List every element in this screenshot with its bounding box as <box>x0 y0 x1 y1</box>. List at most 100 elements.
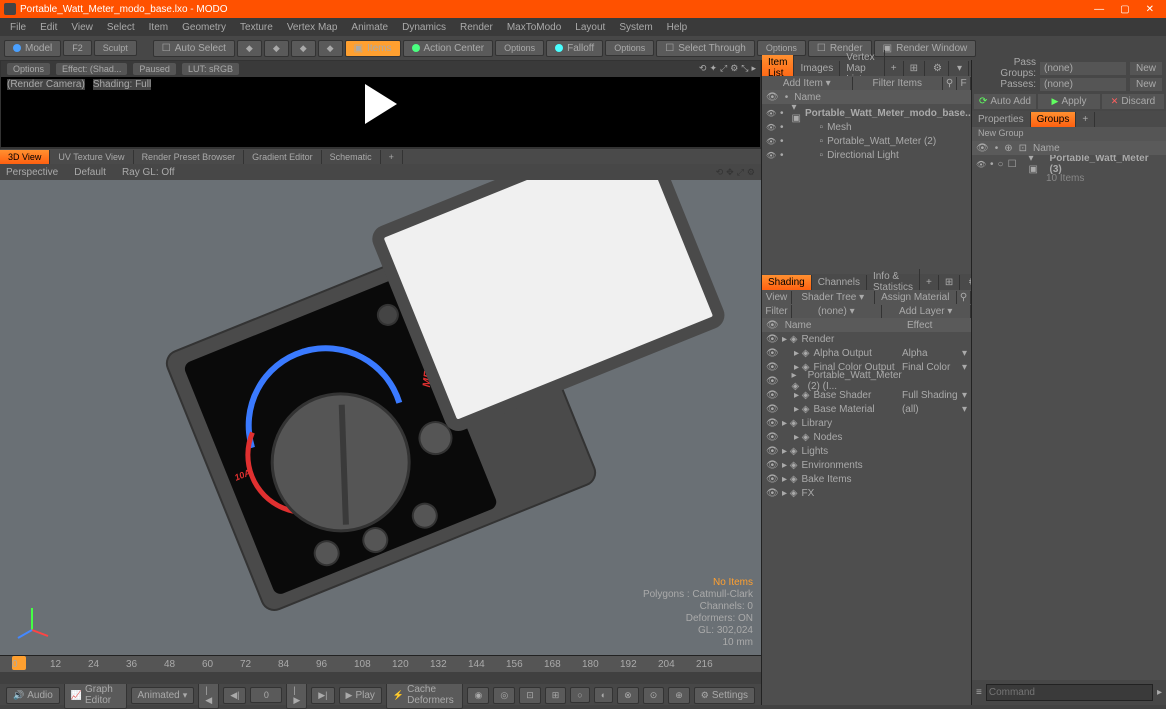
shtab[interactable]: Shading <box>762 275 812 290</box>
skip-end[interactable]: ▶| <box>311 687 334 704</box>
shadertree-dropdown[interactable]: Shader Tree ▾ <box>792 291 875 304</box>
apply-button[interactable]: ▶ Apply <box>1038 94 1100 109</box>
shader-row[interactable]: 👁▸ ◈Nodes <box>762 430 971 444</box>
ctl-icon[interactable]: ◎ <box>493 687 515 704</box>
shader-row[interactable]: 👁▸ ◈Base ShaderFull Shading▾ <box>762 388 971 402</box>
options3-button[interactable]: Options <box>757 40 806 56</box>
pv-icon[interactable]: ⟲ <box>699 63 707 74</box>
f2-button[interactable]: F2 <box>63 40 92 56</box>
vp-icon[interactable]: ✥ <box>726 167 734 178</box>
shader-row[interactable]: 👁▸ ◈Library <box>762 416 971 430</box>
shtab[interactable]: Channels <box>812 275 867 290</box>
animated-dropdown[interactable]: Animated ▾ <box>131 687 195 704</box>
newgroup-button[interactable]: New Group <box>972 127 1166 141</box>
vopt-persp[interactable]: Perspective <box>6 167 58 178</box>
menu-render[interactable]: Render <box>454 20 499 35</box>
shader-row[interactable]: 👁▸ ◈Environments <box>762 458 971 472</box>
menu-select[interactable]: Select <box>101 20 141 35</box>
vp-icon[interactable]: ⚙ <box>747 167 755 178</box>
autoadd-button[interactable]: ⟳Auto Add <box>974 94 1036 109</box>
menu-view[interactable]: View <box>65 20 99 35</box>
assign-icon[interactable]: ⚲ <box>957 291 971 304</box>
frame-field[interactable]: 0 <box>250 687 282 703</box>
shader-row[interactable]: 👁▸ ◈Portable_Watt_Meter (2) (I... <box>762 374 971 388</box>
axis-gizmo[interactable] <box>12 600 52 643</box>
command-input[interactable] <box>986 684 1153 701</box>
filter-icon[interactable]: ⚲ <box>943 77 957 90</box>
cmd-run[interactable]: ▸ <box>1157 687 1162 698</box>
viewtab[interactable]: + <box>381 150 403 164</box>
new-pass[interactable]: New <box>1130 78 1162 91</box>
shader-row[interactable]: 👁▸ ◈Render <box>762 332 971 346</box>
ctl-icon[interactable]: ⊡ <box>519 687 541 704</box>
shader-row[interactable]: 👁▸ ◈Lights <box>762 444 971 458</box>
renderwin-button[interactable]: ▣Render Window <box>874 40 977 57</box>
menu-animate[interactable]: Animate <box>345 20 394 35</box>
menu-maxtomodo[interactable]: MaxToModo <box>501 20 567 35</box>
menu-vertexmap[interactable]: Vertex Map <box>281 20 344 35</box>
vopt-default[interactable]: Default <box>74 167 106 178</box>
grtab[interactable]: Properties <box>972 112 1031 127</box>
viewtab[interactable]: 3D View <box>0 150 50 164</box>
grtab[interactable]: Groups <box>1031 112 1077 127</box>
step-fwd[interactable]: |▶ <box>286 682 307 709</box>
passes-dropdown[interactable]: (none) <box>1040 78 1126 91</box>
grtab[interactable]: + <box>1076 112 1095 127</box>
item-row[interactable]: 👁•▫Portable_Watt_Meter (2) <box>762 134 971 148</box>
options2-button[interactable]: Options <box>605 40 654 56</box>
vopt-raygl[interactable]: Ray GL: Off <box>122 167 175 178</box>
preview-camera[interactable]: (Render Camera) <box>7 79 85 90</box>
timeline[interactable]: 0122436486072849610812013214415616818019… <box>0 655 761 684</box>
viewtab[interactable]: Render Preset Browser <box>134 150 245 164</box>
panel-icon[interactable]: ⊞ <box>904 61 925 76</box>
viewtab[interactable]: Gradient Editor <box>244 150 322 164</box>
options1-button[interactable]: Options <box>495 40 544 56</box>
skip-start[interactable]: |◀ <box>198 682 219 709</box>
tb-icon2[interactable]: ◆ <box>264 40 289 57</box>
menu-item[interactable]: Item <box>143 20 174 35</box>
item-row[interactable]: 👁•▾ ▣Portable_Watt_Meter_modo_base... <box>762 106 971 120</box>
close-button[interactable]: ✕ <box>1146 4 1154 15</box>
ctl-icon[interactable]: ⊕ <box>668 687 690 704</box>
menu-file[interactable]: File <box>4 20 32 35</box>
menu-edit[interactable]: Edit <box>34 20 63 35</box>
shader-row[interactable]: 👁▸ ◈FX <box>762 486 971 500</box>
panel-icon[interactable]: ⊞ <box>939 275 960 290</box>
menu-system[interactable]: System <box>613 20 658 35</box>
settings-button[interactable]: ⚙Settings <box>694 687 755 704</box>
step-back[interactable]: ◀| <box>223 687 246 704</box>
shader-row[interactable]: 👁▸ ◈Alpha OutputAlpha▾ <box>762 346 971 360</box>
menu-texture[interactable]: Texture <box>234 20 279 35</box>
discard-button[interactable]: ✕ Discard <box>1102 94 1164 109</box>
model-button[interactable]: Model <box>4 40 61 57</box>
menu-geometry[interactable]: Geometry <box>176 20 232 35</box>
ctl-icon[interactable]: ◐ <box>594 687 613 703</box>
pv-icon[interactable]: ⤢ <box>720 63 727 74</box>
preview-effect[interactable]: Effect: (Shad... <box>56 63 127 75</box>
shader-row[interactable]: 👁▸ ◈Base Material(all)▾ <box>762 402 971 416</box>
pv-icon[interactable]: ▸ <box>751 63 756 74</box>
filteritems-button[interactable]: Filter Items <box>853 77 944 90</box>
filter-dropdown[interactable]: (none) ▾ <box>792 305 882 318</box>
preview-shading[interactable]: Shading: Full <box>93 79 151 90</box>
groups-tree[interactable]: 👁•○☐▾ ▣Portable_Watt_Meter (3) 10 Items <box>972 155 1166 680</box>
iltab[interactable]: + <box>885 61 904 76</box>
filter-toggle[interactable]: F <box>957 77 971 90</box>
items-button[interactable]: ▣Items <box>345 40 401 57</box>
pv-icon[interactable]: ✦ <box>709 63 717 74</box>
autoselect-button[interactable]: ☐Auto Select <box>153 40 235 57</box>
menu-layout[interactable]: Layout <box>569 20 611 35</box>
actioncenter-button[interactable]: Action Center <box>403 40 494 57</box>
item-tree[interactable]: 👁•▾ ▣Portable_Watt_Meter_modo_base... 👁•▫… <box>762 104 971 274</box>
shader-tree[interactable]: 👁▸ ◈Render👁▸ ◈Alpha OutputAlpha▾👁▸ ◈Fina… <box>762 332 971 705</box>
vp-icon[interactable]: ⟲ <box>716 167 724 178</box>
shtab[interactable]: + <box>920 275 939 290</box>
vp-icon[interactable]: ⤢ <box>737 167 744 178</box>
viewtab[interactable]: UV Texture View <box>50 150 133 164</box>
maximize-button[interactable]: ▢ <box>1120 4 1129 15</box>
preview-paused[interactable]: Paused <box>133 63 176 75</box>
panel-icon[interactable]: ▾ <box>951 61 969 76</box>
ctl-icon[interactable]: ⊞ <box>545 687 567 704</box>
passgroups-dropdown[interactable]: (none) <box>1040 62 1126 75</box>
ctl-icon[interactable]: ⊙ <box>643 687 665 704</box>
